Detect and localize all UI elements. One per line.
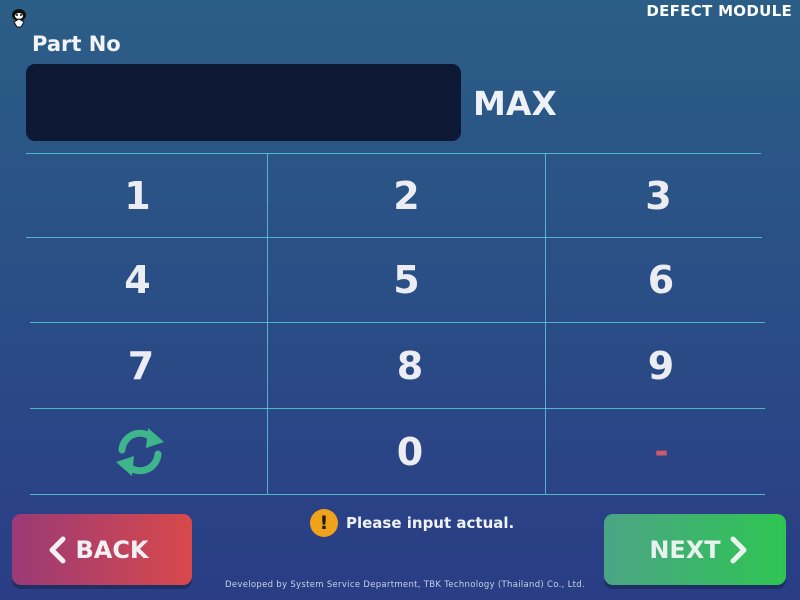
key-7[interactable]: 7 <box>30 323 252 408</box>
penguin-logo-icon <box>12 9 26 28</box>
key-9[interactable]: 9 <box>546 323 776 408</box>
key-4[interactable]: 4 <box>30 238 245 322</box>
status-text: Please input actual. <box>346 514 515 532</box>
key-1[interactable]: 1 <box>30 154 245 237</box>
key-6[interactable]: 6 <box>546 238 776 322</box>
next-button[interactable]: NEXT <box>604 514 786 585</box>
refresh-icon <box>116 427 164 476</box>
reset-key[interactable] <box>30 409 250 494</box>
key-8[interactable]: 8 <box>268 323 552 408</box>
key-3[interactable]: 3 <box>546 154 771 237</box>
module-title: DEFECT MODULE <box>646 2 792 20</box>
chevron-left-icon <box>49 536 66 563</box>
key-5[interactable]: 5 <box>268 238 545 322</box>
warning-icon: ! <box>310 509 338 537</box>
chevron-right-icon <box>730 536 747 563</box>
next-button-label: NEXT <box>649 535 721 564</box>
max-label: MAX <box>473 84 557 123</box>
back-button-label: BACK <box>75 535 149 564</box>
part-no-label: Part No <box>32 32 121 56</box>
status-message: ! Please input actual. <box>310 509 514 537</box>
key-2[interactable]: 2 <box>268 154 545 237</box>
part-no-input[interactable] <box>26 64 461 141</box>
footer-credit: Developed by System Service Department, … <box>224 580 585 590</box>
key-0[interactable]: 0 <box>268 409 552 494</box>
minus-key[interactable]: - <box>546 409 777 494</box>
back-button[interactable]: BACK <box>12 514 192 585</box>
